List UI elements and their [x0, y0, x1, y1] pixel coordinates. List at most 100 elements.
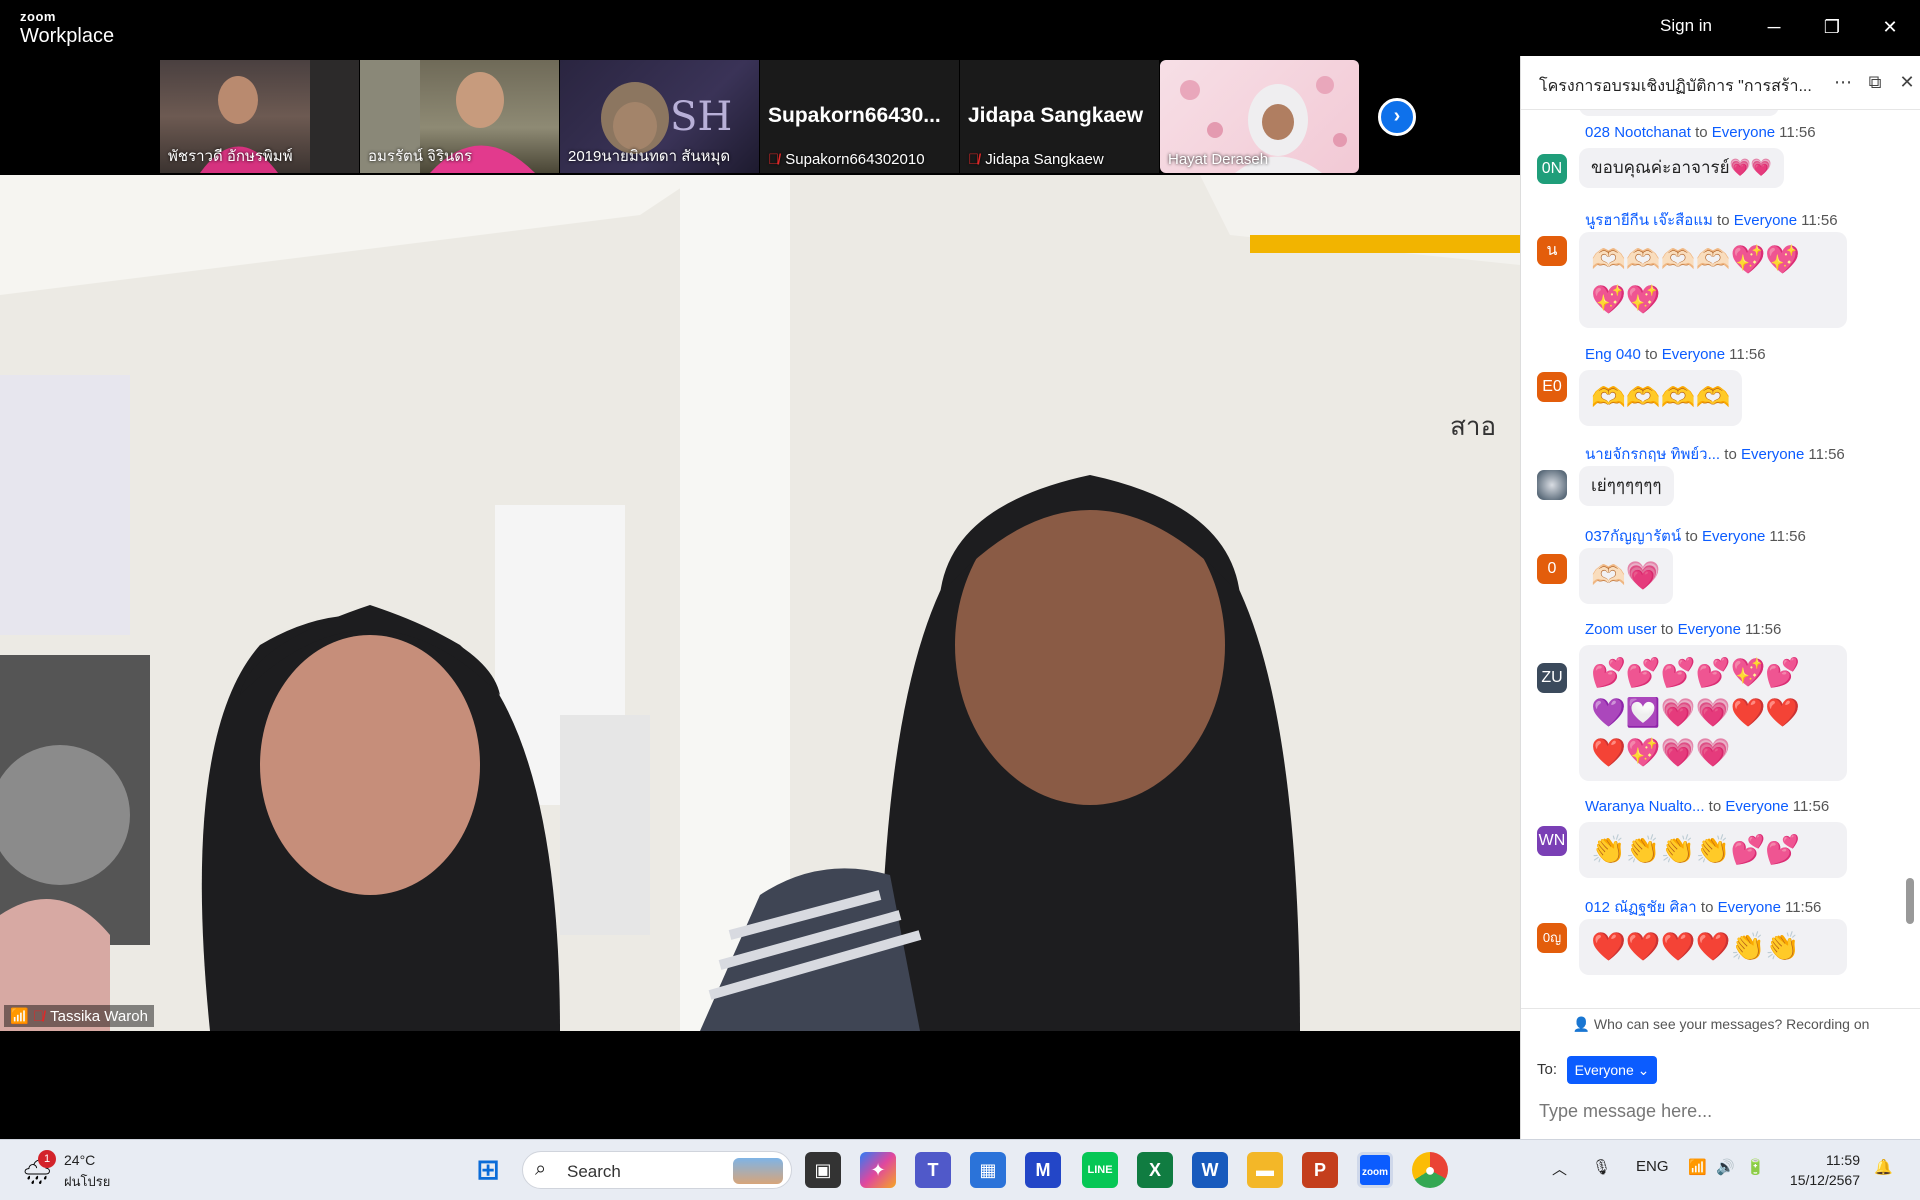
search-icon: ⌕: [535, 1158, 547, 1180]
main-video-label: 📶 🎙̸ Tassika Waroh: [4, 1005, 154, 1027]
powerpoint-icon[interactable]: P: [1302, 1152, 1338, 1188]
taskbar-search[interactable]: ⌕ Search: [522, 1151, 792, 1189]
battery-icon[interactable]: 🔋: [1746, 1158, 1765, 1176]
participant-tile[interactable]: อมรรัตน์ จิรินดร: [360, 60, 559, 173]
recipient: Everyone: [1740, 446, 1805, 463]
participant-name: Supakorn664302010: [785, 151, 925, 168]
participant-name: พัชราวดี อักษรพิมพ์: [168, 148, 293, 165]
microphone-icon[interactable]: 🎙: [1592, 1158, 1611, 1176]
recipient: Everyone: [1717, 899, 1781, 916]
avatar: ZU: [1537, 663, 1567, 693]
chat-scrollbar[interactable]: [1906, 878, 1914, 924]
message-line: ❤️💖💗💗: [1591, 737, 1731, 768]
chat-panel: โครงการอบรมเชิงปฏิบัติการ "การสร้า... ⋯ …: [1520, 56, 1920, 1178]
language-indicator[interactable]: ENG: [1636, 1158, 1669, 1175]
chevron-up-icon[interactable]: ︿: [1552, 1158, 1567, 1179]
avatar: 0: [1537, 554, 1567, 584]
store-icon[interactable]: ▦: [970, 1152, 1006, 1188]
copilot-icon[interactable]: ✦: [860, 1152, 896, 1188]
privacy-note-text: Who can see your messages? Recording on: [1593, 1016, 1870, 1032]
participant-tile[interactable]: Supakorn66430... 🎙̸ Supakorn664302010: [760, 60, 959, 173]
message-time: 11:56: [1808, 446, 1845, 463]
taskbar: 🌧 1 24°C ฝนโปรย ⊞ ⌕ Search ▣ ✦ T ▦ M LIN…: [0, 1139, 1920, 1200]
sender-name[interactable]: 037กัญญารัตน์: [1585, 528, 1681, 545]
message-bubble-partial: [1579, 110, 1779, 116]
participant-name: Hayat Deraseh: [1168, 151, 1269, 168]
message-line: 💕💕💕💕💖💕: [1591, 657, 1801, 688]
restore-icon[interactable]: ❐: [1812, 12, 1852, 42]
to-label: To:: [1537, 1061, 1558, 1078]
word-icon[interactable]: W: [1192, 1152, 1228, 1188]
message-meta: Waranya Nualto... to Everyone 11:56: [1585, 798, 1829, 815]
participant-tile[interactable]: Jidapa Sangkaew 🎙̸ Jidapa Sangkaew: [960, 60, 1159, 173]
zoom-icon[interactable]: zoom: [1357, 1152, 1393, 1188]
sender-name[interactable]: Zoom user: [1585, 621, 1657, 638]
recipient-dropdown[interactable]: Everyone ⌄: [1567, 1056, 1657, 1084]
mic-off-icon: 🎙̸: [32, 1008, 45, 1025]
wifi-icon[interactable]: 📶: [1688, 1158, 1707, 1176]
privacy-note[interactable]: 👤 Who can see your messages? Recording o…: [1521, 1008, 1920, 1038]
svg-text:สาอ: สาอ: [1450, 412, 1496, 442]
notification-badge: 1: [38, 1150, 56, 1168]
sign-in-button[interactable]: Sign in: [1660, 16, 1712, 36]
sender-name[interactable]: Eng 040: [1585, 346, 1641, 363]
svg-text:SH: SH: [670, 94, 732, 140]
excel-icon[interactable]: X: [1137, 1152, 1173, 1188]
avatar: E0: [1537, 372, 1567, 402]
zoom-workplace-logo: zoom Workplace: [20, 10, 114, 46]
person-icon: 👤: [1572, 1016, 1594, 1032]
avatar: 0ญ: [1537, 923, 1567, 953]
to-word: to: [1695, 124, 1708, 141]
to-word: to: [1708, 798, 1722, 815]
weather-widget[interactable]: 🌧 1 24°C ฝนโปรย: [20, 1150, 140, 1192]
minimize-icon[interactable]: ─: [1754, 12, 1794, 42]
brand-big: Workplace: [20, 25, 115, 47]
task-view-icon[interactable]: ▣: [805, 1152, 841, 1188]
message-bubble: ขอบคุณค่ะอาจารย์💗💗: [1579, 148, 1784, 188]
video-area-bottom: [0, 1031, 1520, 1139]
chat-header: โครงการอบรมเชิงปฏิบัติการ "การสร้า... ⋯ …: [1521, 56, 1920, 110]
participant-name: อมรรัตน์ จิรินดร: [368, 148, 473, 165]
windows-start-icon[interactable]: ⊞: [470, 1152, 506, 1188]
recipient-value: Everyone: [1574, 1062, 1634, 1078]
participant-tile[interactable]: Hayat Deraseh: [1160, 60, 1359, 173]
participant-strip: พัชราวดี อักษรพิมพ์ อมรรัตน์ จิรินดร SH …: [0, 56, 1520, 174]
sender-name[interactable]: Waranya Nualto...: [1585, 798, 1705, 815]
message-input[interactable]: [1539, 1096, 1899, 1126]
participant-tile[interactable]: SH 2019นายมินทดา สันหมุด: [560, 60, 759, 173]
clock-time: 11:59: [1826, 1152, 1860, 1168]
next-page-arrow-icon[interactable]: ›: [1378, 98, 1416, 136]
chrome-icon[interactable]: ●: [1412, 1152, 1448, 1188]
message-line: 🫶🏻🫶🏻🫶🏻🫶🏻💖💖: [1591, 244, 1801, 275]
file-explorer-icon[interactable]: ▬: [1247, 1152, 1283, 1188]
sender-name[interactable]: 028 Nootchanat: [1585, 124, 1691, 141]
line-icon[interactable]: LINE: [1082, 1152, 1118, 1188]
participant-name: 2019นายมินทดา สันหมุด: [568, 148, 731, 165]
app-icon[interactable]: M: [1025, 1152, 1061, 1188]
chat-messages: 0N 028 Nootchanat to Everyone 11:56 ขอบคุ…: [1521, 110, 1909, 1008]
message-time: 11:56: [1779, 124, 1816, 141]
avatar: 0N: [1537, 154, 1567, 184]
recipient: Everyone: [1702, 528, 1766, 545]
message-bubble: ❤️❤️❤️❤️👏👏: [1579, 919, 1847, 975]
sender-name[interactable]: นูรฮายีกีน เจ๊ะสือแม: [1585, 212, 1713, 229]
to-word: to: [1724, 446, 1737, 463]
clock[interactable]: 11:59 15/12/2567: [1780, 1150, 1860, 1190]
to-word: to: [1685, 528, 1698, 545]
participant-tile[interactable]: พัชราวดี อักษรพิมพ์: [160, 60, 359, 173]
close-chat-icon[interactable]: ✕: [1895, 70, 1919, 94]
teams-icon[interactable]: T: [915, 1152, 951, 1188]
message-bubble: 💕💕💕💕💖💕 💜💟💗💗❤️❤️ ❤️💖💗💗: [1579, 645, 1847, 781]
close-icon[interactable]: ✕: [1870, 12, 1910, 42]
volume-icon[interactable]: 🔊: [1716, 1158, 1735, 1176]
mic-off-icon: 🎙̸: [968, 151, 980, 168]
message-bubble: 👏👏👏👏💕💕: [1579, 822, 1847, 878]
message-line: 💖💖: [1591, 284, 1661, 315]
sender-name[interactable]: 012 ณัฏฐชัย ศิลา: [1585, 899, 1697, 916]
more-options-icon[interactable]: ⋯: [1831, 70, 1855, 94]
avatar: น: [1537, 236, 1567, 266]
pop-out-icon[interactable]: ⧉: [1863, 70, 1887, 94]
notification-bell-icon[interactable]: 🔔: [1874, 1158, 1893, 1176]
to-word: to: [1645, 346, 1658, 363]
sender-name[interactable]: นายจักรกฤษ ทิพย์ว...: [1585, 446, 1720, 463]
